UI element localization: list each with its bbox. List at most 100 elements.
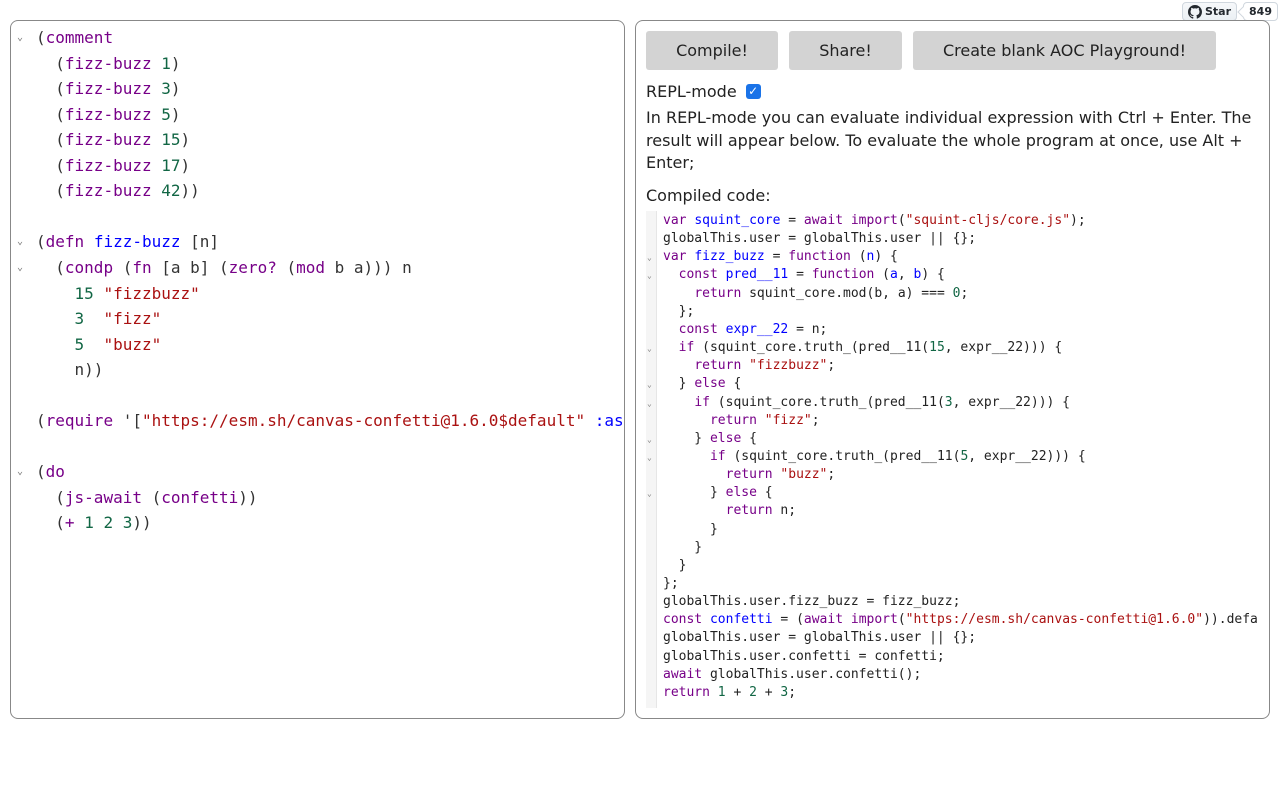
- code-line: 3 "fizz": [11, 306, 624, 332]
- fold-chevron-icon[interactable]: ⌄: [647, 267, 657, 285]
- code-line: ⌄ (condp (fn [a b] (zero? (mod b a))) n: [11, 255, 624, 281]
- fold-chevron-icon[interactable]: ⌄: [647, 376, 657, 394]
- code-text: (+ 1 2 3)): [36, 513, 152, 533]
- code-line: ⌄ if (squint_core.truth_(pred__11(3, exp…: [646, 394, 1258, 412]
- code-text: };: [663, 303, 695, 319]
- code-text: if (squint_core.truth_(pred__11(5, expr_…: [709, 448, 1086, 464]
- code-line: globalThis.user = globalThis.user || {};: [646, 629, 1258, 647]
- code-text: globalThis.user.fizz_buzz = fizz_buzz;: [663, 594, 961, 610]
- code-line: ⌄ var fizz_buzz = function (n) {: [646, 248, 1258, 266]
- compiled-code-viewer[interactable]: var squint_core = await import("squint-c…: [646, 211, 1258, 708]
- repl-help-text: In REPL-mode you can evaluate individual…: [646, 108, 1252, 172]
- code-line: const expr__22 = n;: [646, 321, 1258, 339]
- github-star-label: Star: [1205, 5, 1232, 18]
- code-text: (comment: [36, 28, 114, 47]
- code-line: ⌄ (comment: [11, 25, 624, 51]
- fold-chevron-icon[interactable]: ⌄: [647, 395, 657, 413]
- code-line: (js-await (confetti)): [11, 485, 624, 511]
- code-line: (fizz-buzz 1): [11, 51, 624, 77]
- code-line: return n;: [646, 502, 1258, 520]
- code-line: (fizz-buzz 17): [11, 153, 624, 179]
- fold-chevron-icon[interactable]: ⌄: [647, 249, 657, 267]
- code-line: return squint_core.mod(b, a) === 0;: [646, 285, 1258, 303]
- code-line: }: [646, 557, 1258, 575]
- code-line: (fizz-buzz 42)): [11, 178, 624, 204]
- code-text: (fizz-buzz 3): [36, 79, 181, 99]
- code-line: globalThis.user.fizz_buzz = fizz_buzz;: [646, 593, 1258, 611]
- code-text: await globalThis.user.confetti();: [663, 666, 922, 682]
- github-star-widget: Star 849: [1182, 2, 1278, 21]
- repl-mode-label: REPL-mode: [646, 81, 737, 101]
- fold-chevron-icon[interactable]: ⌄: [17, 459, 29, 485]
- output-panel: Compile! Share! Create blank AOC Playgro…: [635, 20, 1270, 719]
- code-text: if (squint_core.truth_(pred__11(3, expr_…: [694, 394, 1071, 410]
- code-text: return "buzz";: [725, 467, 836, 483]
- code-text: (defn fizz-buzz [n]: [36, 232, 220, 252]
- code-line: (fizz-buzz 5): [11, 102, 624, 128]
- code-line: ⌄ const pred__11 = function (a, b) {: [646, 266, 1258, 284]
- github-star-button[interactable]: Star: [1182, 2, 1238, 21]
- code-line: return "fizzbuzz";: [646, 357, 1258, 375]
- repl-mode-row: REPL-mode ✓: [646, 79, 761, 103]
- code-line: 5 "buzz": [11, 332, 624, 358]
- compiled-code-label: Compiled code:: [646, 186, 771, 205]
- code-text: }: [663, 539, 703, 555]
- code-line: ⌄ } else {: [646, 375, 1258, 393]
- code-line: var squint_core = await import("squint-c…: [646, 212, 1258, 230]
- code-line: 15 "fizzbuzz": [11, 281, 624, 307]
- code-line: (fizz-buzz 15): [11, 127, 624, 153]
- code-text: } else {: [663, 430, 757, 446]
- code-line: return "fizz";: [646, 412, 1258, 430]
- fold-chevron-icon[interactable]: ⌄: [647, 340, 657, 358]
- fold-chevron-icon[interactable]: ⌄: [17, 229, 29, 255]
- code-line: globalThis.user.confetti = confetti;: [646, 648, 1258, 666]
- share-button[interactable]: Share!: [789, 31, 902, 70]
- code-line: ⌄ if (squint_core.truth_(pred__11(5, exp…: [646, 448, 1258, 466]
- code-line: };: [646, 303, 1258, 321]
- code-text: }: [663, 557, 687, 573]
- fold-chevron-icon[interactable]: ⌄: [647, 449, 657, 467]
- code-text: (require '["https://esm.sh/canvas-confet…: [36, 411, 624, 431]
- code-line: ⌄ if (squint_core.truth_(pred__11(15, ex…: [646, 339, 1258, 357]
- code-line: (fizz-buzz 3): [11, 76, 624, 102]
- create-aoc-playground-button[interactable]: Create blank AOC Playground!: [913, 31, 1216, 70]
- code-text: const pred__11 = function (a, b) {: [678, 267, 945, 283]
- code-text: (do: [36, 462, 65, 482]
- code-text: };: [663, 576, 679, 591]
- code-text: 15 "fizzbuzz": [74, 283, 200, 303]
- code-text: (fizz-buzz 42)): [36, 181, 200, 201]
- code-text: (fizz-buzz 15): [36, 130, 191, 150]
- code-line: }: [646, 539, 1258, 557]
- checkmark-icon: ✓: [748, 84, 759, 98]
- code-line: n)): [11, 357, 624, 383]
- code-text: return squint_core.mod(b, a) === 0;: [694, 285, 969, 301]
- compile-button[interactable]: Compile!: [646, 31, 778, 70]
- code-line: globalThis.user = globalThis.user || {};: [646, 230, 1258, 248]
- code-text: (fizz-buzz 5): [36, 104, 181, 124]
- fold-chevron-icon[interactable]: ⌄: [17, 25, 29, 51]
- code-text: return "fizz";: [709, 412, 820, 428]
- fold-chevron-icon[interactable]: ⌄: [647, 485, 657, 503]
- code-text: } else {: [663, 485, 773, 501]
- code-text: (fizz-buzz 17): [36, 155, 191, 175]
- code-line: ⌄ } else {: [646, 430, 1258, 448]
- code-text: const confetti = (await import("https://…: [663, 612, 1258, 628]
- code-text: } else {: [663, 376, 742, 392]
- github-star-count[interactable]: 849: [1243, 2, 1278, 21]
- github-icon: [1188, 4, 1202, 19]
- repl-mode-checkbox[interactable]: ✓: [745, 83, 761, 99]
- code-text: const expr__22 = n;: [678, 321, 828, 337]
- fold-chevron-icon[interactable]: ⌄: [647, 431, 657, 449]
- code-text: (js-await (confetti)): [36, 487, 258, 507]
- code-line: return "buzz";: [646, 466, 1258, 484]
- code-text: (fizz-buzz 1): [36, 53, 181, 73]
- code-text: }: [663, 521, 718, 537]
- code-line: await globalThis.user.confetti();: [646, 666, 1258, 684]
- code-text: return 1 + 2 + 3;: [663, 684, 797, 700]
- code-line: }: [646, 521, 1258, 539]
- fold-chevron-icon[interactable]: ⌄: [17, 255, 29, 281]
- source-editor[interactable]: ⌄ (comment (fizz-buzz 1) (fizz-buzz 3) (f…: [10, 20, 625, 719]
